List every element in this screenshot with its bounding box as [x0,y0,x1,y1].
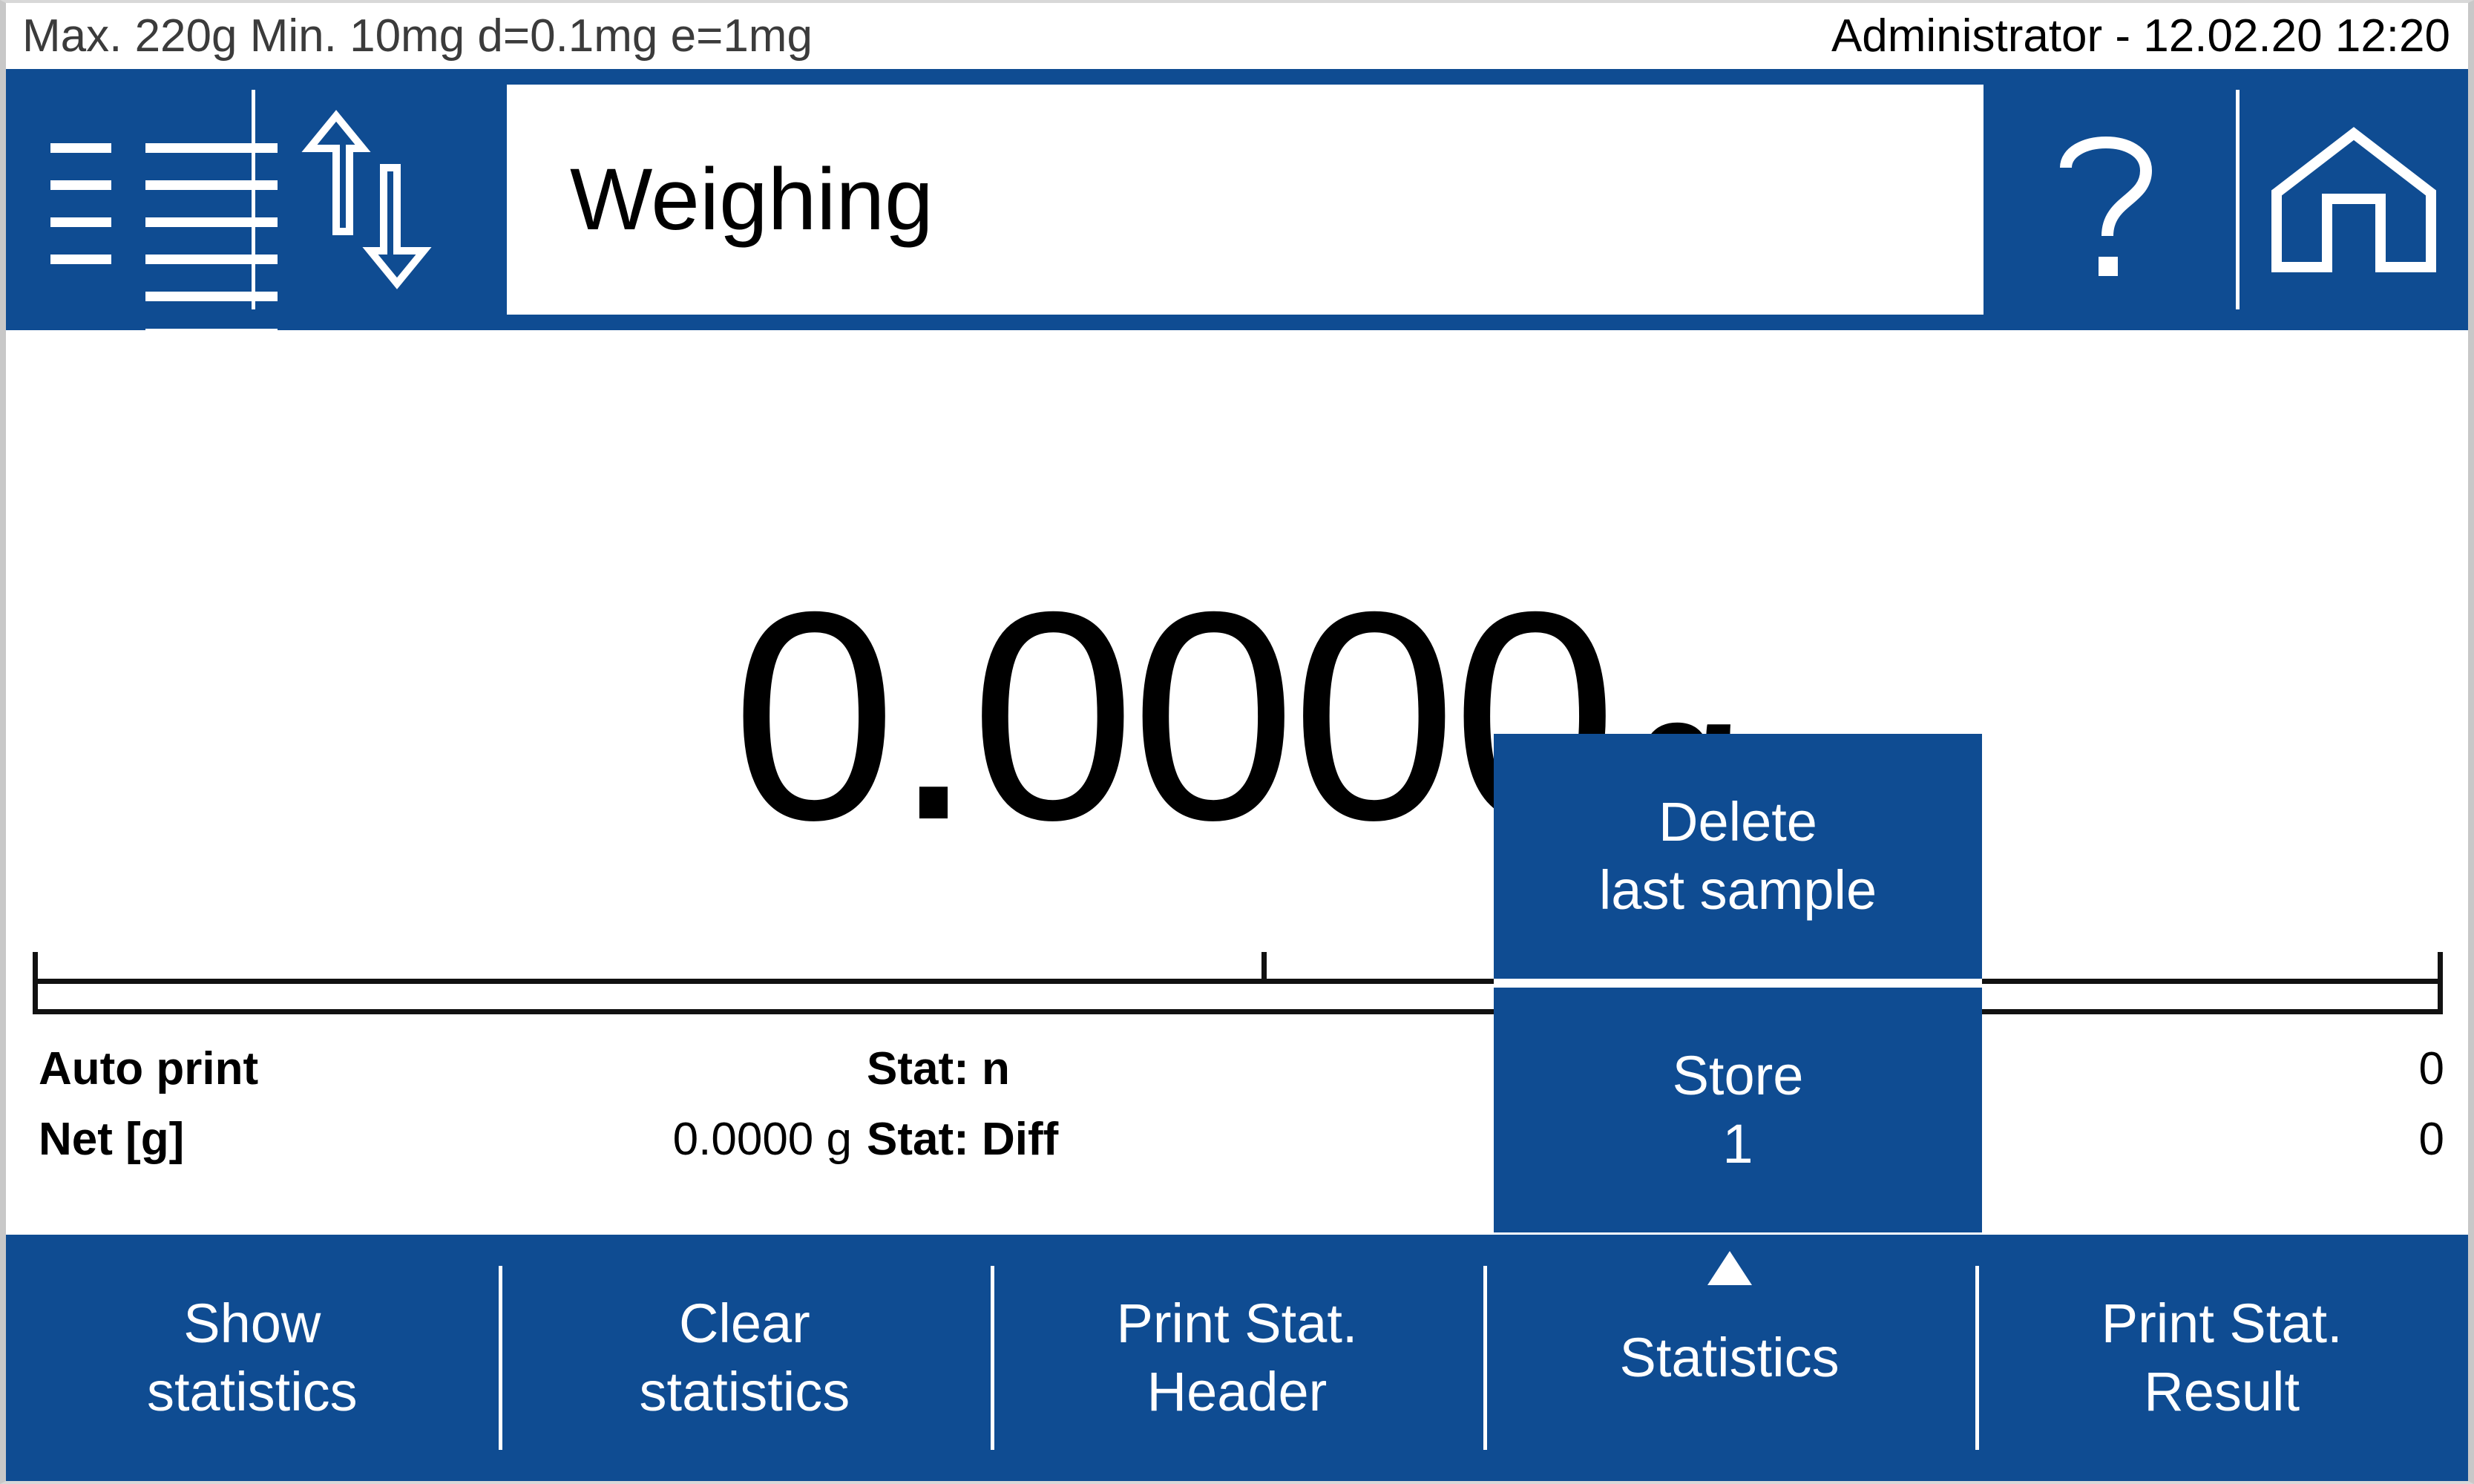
popup-item-line1: Store [1672,1045,1804,1106]
bargraph-tick-max [2438,952,2443,982]
fnkey-print-stat-result[interactable]: Print Stat. Result [1975,1235,2468,1481]
popup-item-line1: Delete [1658,791,1817,853]
info-row-stat-value: 0 [2418,1114,2444,1165]
fnkey-line2: Result [2144,1361,2300,1422]
screen-title: Weighing [570,151,934,249]
popup-item-line2: 1 [1722,1113,1753,1175]
fnkey-line1: Show [183,1293,321,1354]
bargraph-tick-mid [1261,952,1267,982]
fnkey-line2: Header [1146,1361,1328,1422]
info-row[interactable]: Auto print Stat: n 0 [6,1043,2468,1113]
help-button[interactable] [1984,69,2236,330]
info-row-stat-value: 0 [2418,1043,2444,1094]
bargraph-tick-min [33,952,38,982]
unit-switch-button[interactable] [255,69,478,330]
weight-value: 0.0000 [731,550,1617,881]
user-datetime-text: Administrator - 12.02.20 12:20 [1831,10,2450,62]
metrology-spec-text: Max. 220g Min. 10mg d=0.1mg e=1mg [22,10,813,62]
info-row[interactable]: Net [g] 0.0000 g Stat: Diff 0 [6,1113,2468,1183]
bargraph-track [33,979,2443,1014]
weight-readout: 0.0000 g [6,550,2468,898]
app-toolbar: Weighing [6,69,2468,338]
home-button[interactable] [2240,69,2468,330]
info-row-label: Net [g] [39,1114,185,1165]
statistics-popup-menu: Delete last sample Store 1 [1494,734,1982,1232]
fnkey-print-stat-header[interactable]: Print Stat. Header [991,1235,1483,1481]
popup-item-line2: last sample [1598,859,1877,921]
popup-menu-item-store[interactable]: Store 1 [1494,988,1982,1232]
home-icon [2271,127,2436,272]
info-row-stat-label: Stat: n [867,1043,1010,1094]
fnkey-line2: statistics [639,1361,850,1422]
popup-menu-divider [1494,979,1982,988]
function-key-bar: Show statistics Clear statistics Print S… [6,1235,2468,1481]
info-rows: Auto print Stat: n 0 Net [g] 0.0000 g St… [6,1043,2468,1183]
fnkey-line1: Print Stat. [1116,1293,1358,1354]
question-mark-icon [2060,137,2153,276]
status-bar: Max. 220g Min. 10mg d=0.1mg e=1mg Admini… [6,3,2468,69]
list-menu-icon [43,118,278,338]
fnkey-clear-statistics[interactable]: Clear statistics [498,1235,991,1481]
capacity-bargraph [33,952,2443,1014]
fnkey-show-statistics[interactable]: Show statistics [6,1235,499,1481]
info-row-stat-label: Stat: Diff [867,1114,1059,1165]
balance-screen: Max. 220g Min. 10mg d=0.1mg e=1mg Admini… [0,0,2474,1484]
screen-title-box[interactable]: Weighing [507,85,1984,315]
popup-menu-item-delete-last-sample[interactable]: Delete last sample [1494,734,1982,979]
fnkey-line2: statistics [146,1361,358,1422]
fnkey-line1: Clear [678,1293,810,1354]
fnkey-line1: Statistics [1619,1327,1840,1388]
weighing-display-area: 0.0000 g Auto print Stat: n 0 Net [g] 0.… [6,330,2468,1235]
up-down-arrows-icon [301,110,432,289]
fnkey-line1: Print Stat. [2101,1293,2343,1354]
fnkey-statistics[interactable]: Statistics [1483,1235,1976,1481]
info-row-label: Auto print [39,1043,259,1094]
info-row-midvalue: 0.0000 g [672,1114,852,1165]
caret-up-icon [1707,1251,1752,1285]
menu-button[interactable] [6,69,278,338]
